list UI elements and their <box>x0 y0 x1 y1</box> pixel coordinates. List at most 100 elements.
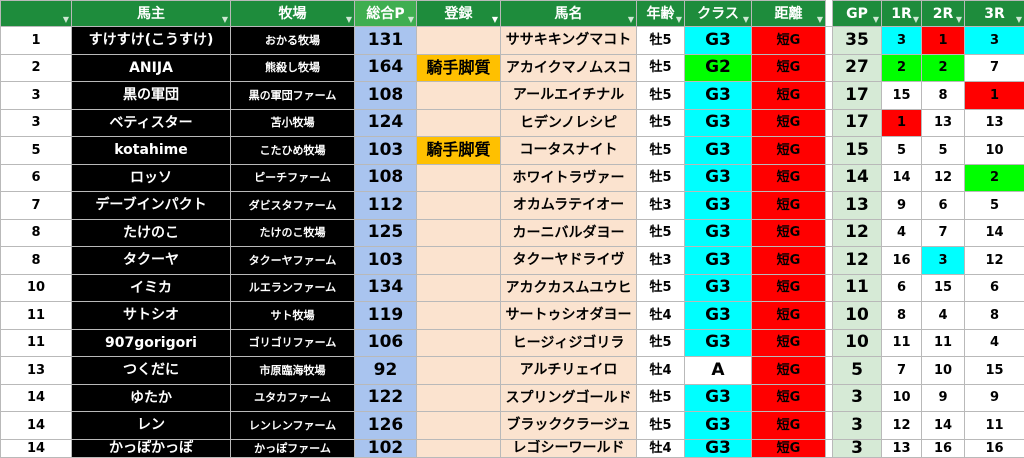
total-points-cell[interactable]: 102 <box>354 438 417 458</box>
header-distance[interactable]: 距離 ▼ <box>751 0 826 28</box>
owner-cell[interactable]: タクーヤ <box>71 246 231 275</box>
race2-cell[interactable]: 13 <box>921 108 965 138</box>
race2-cell[interactable]: 2 <box>921 53 965 83</box>
filter-dropdown-icon[interactable]: ▼ <box>956 16 962 24</box>
farm-cell[interactable]: かっぽファーム <box>230 438 355 458</box>
farm-cell[interactable]: こたひめ牧場 <box>230 136 355 165</box>
filter-dropdown-icon[interactable]: ▼ <box>743 16 749 24</box>
table-row[interactable]: 1 すけすけ(こうすけ) おかる牧場 131 ササキキングマコト 牡5 G3 短G 35 3 1 3 <box>0 26 1024 55</box>
race2-cell[interactable]: 9 <box>921 383 965 413</box>
age-cell[interactable]: 牡4 <box>636 301 685 330</box>
class-cell[interactable]: G3 <box>684 163 752 193</box>
owner-cell[interactable]: 907gorigori <box>71 328 231 358</box>
distance-cell[interactable]: 短G <box>751 191 826 220</box>
age-cell[interactable]: 牡4 <box>636 356 685 385</box>
age-cell[interactable]: 牡5 <box>636 411 685 440</box>
race1-cell[interactable]: 14 <box>881 163 922 193</box>
table-row[interactable]: 14 かっぽかっぽ かっぽファーム 102 レゴシーワールド 牡4 G3 短G 3 13 16 16 <box>0 438 1024 458</box>
race2-cell[interactable]: 14 <box>921 411 965 440</box>
total-points-cell[interactable]: 124 <box>354 108 417 138</box>
filter-dropdown-icon[interactable]: ▼ <box>913 16 919 24</box>
age-cell[interactable]: 牡5 <box>636 108 685 138</box>
race2-cell[interactable]: 8 <box>921 81 965 110</box>
owner-cell[interactable]: 黒の軍団 <box>71 81 231 110</box>
farm-cell[interactable]: 黒の軍団ファーム <box>230 81 355 110</box>
race3-cell[interactable]: 13 <box>964 108 1024 138</box>
table-row[interactable]: 2 ANIJA 熊殺し牧場 164 騎手脚質 アカイクマノムスコ 牡5 G2 短G 27 2 2 7 <box>0 53 1024 83</box>
race3-cell[interactable]: 16 <box>964 438 1024 458</box>
distance-cell[interactable]: 短G <box>751 163 826 193</box>
distance-cell[interactable]: 短G <box>751 81 826 110</box>
race1-cell[interactable]: 3 <box>881 26 922 55</box>
race2-cell[interactable]: 5 <box>921 136 965 165</box>
gp-cell[interactable]: 17 <box>832 108 882 138</box>
race1-cell[interactable]: 1 <box>881 108 922 138</box>
owner-cell[interactable]: デーブインパクト <box>71 191 231 220</box>
distance-cell[interactable]: 短G <box>751 411 826 440</box>
table-row[interactable]: 11 907gorigori ゴリゴリファーム 106 ヒージィジゴリラ 牡5 G3 短G 10… <box>0 328 1024 358</box>
registration-cell[interactable] <box>416 81 501 110</box>
rank-cell[interactable]: 11 <box>0 328 72 358</box>
owner-cell[interactable]: ANIJA <box>71 53 231 83</box>
registration-cell[interactable] <box>416 246 501 275</box>
table-row[interactable]: 6 ロッソ ピーチファーム 108 ホワイトラヴァー 牡5 G3 短G 14 14 12 2 <box>0 163 1024 193</box>
class-cell[interactable]: A <box>684 356 752 385</box>
rank-cell[interactable]: 6 <box>0 163 72 193</box>
race2-cell[interactable]: 7 <box>921 218 965 248</box>
race2-cell[interactable]: 11 <box>921 328 965 358</box>
table-row[interactable]: 8 タクーヤ タクーヤファーム 103 タクーヤドライヴ 牡3 G3 短G 12 16 3 12 <box>0 246 1024 275</box>
total-points-cell[interactable]: 131 <box>354 26 417 55</box>
registration-cell[interactable] <box>416 301 501 330</box>
rank-cell[interactable]: 13 <box>0 356 72 385</box>
header-horse[interactable]: 馬名 ▼ <box>500 0 637 28</box>
farm-cell[interactable]: ピーチファーム <box>230 163 355 193</box>
farm-cell[interactable]: サト牧場 <box>230 301 355 330</box>
total-points-cell[interactable]: 103 <box>354 246 417 275</box>
class-cell[interactable]: G3 <box>684 26 752 55</box>
filter-dropdown-icon[interactable]: ▼ <box>63 16 69 24</box>
rank-cell[interactable]: 2 <box>0 53 72 83</box>
class-cell[interactable]: G3 <box>684 438 752 458</box>
rank-cell[interactable]: 8 <box>0 218 72 248</box>
race2-cell[interactable]: 10 <box>921 356 965 385</box>
race1-cell[interactable]: 10 <box>881 383 922 413</box>
gp-cell[interactable]: 15 <box>832 136 882 165</box>
class-cell[interactable]: G3 <box>684 246 752 275</box>
farm-cell[interactable]: ユタカファーム <box>230 383 355 413</box>
class-cell[interactable]: G3 <box>684 411 752 440</box>
registration-cell[interactable] <box>416 411 501 440</box>
horse-name-cell[interactable]: カーニバルダヨー <box>500 218 637 248</box>
registration-cell[interactable] <box>416 273 501 303</box>
horse-name-cell[interactable]: ブラッククラージュ <box>500 411 637 440</box>
race2-cell[interactable]: 1 <box>921 26 965 55</box>
distance-cell[interactable]: 短G <box>751 438 826 458</box>
total-points-cell[interactable]: 119 <box>354 301 417 330</box>
owner-cell[interactable]: イミカ <box>71 273 231 303</box>
registration-cell[interactable]: 騎手脚質 <box>416 53 501 83</box>
race3-cell[interactable]: 10 <box>964 136 1024 165</box>
owner-cell[interactable]: かっぽかっぽ <box>71 438 231 458</box>
owner-cell[interactable]: ゆたか <box>71 383 231 413</box>
gp-cell[interactable]: 35 <box>832 26 882 55</box>
race3-cell[interactable]: 8 <box>964 301 1024 330</box>
gp-cell[interactable]: 12 <box>832 246 882 275</box>
race1-cell[interactable]: 11 <box>881 328 922 358</box>
race3-cell[interactable]: 1 <box>964 81 1024 110</box>
gp-cell[interactable]: 17 <box>832 81 882 110</box>
age-cell[interactable]: 牡5 <box>636 26 685 55</box>
class-cell[interactable]: G3 <box>684 301 752 330</box>
rank-cell[interactable]: 11 <box>0 301 72 330</box>
distance-cell[interactable]: 短G <box>751 136 826 165</box>
class-cell[interactable]: G3 <box>684 136 752 165</box>
horse-name-cell[interactable]: レゴシーワールド <box>500 438 637 458</box>
owner-cell[interactable]: サトシオ <box>71 301 231 330</box>
horse-name-cell[interactable]: サートゥシオダヨー <box>500 301 637 330</box>
header-owner[interactable]: 馬主 ▼ <box>71 0 231 28</box>
table-row[interactable]: 14 ゆたか ユタカファーム 122 スプリングゴールド 牡5 G3 短G 3 10 9 9 <box>0 383 1024 413</box>
farm-cell[interactable]: おかる牧場 <box>230 26 355 55</box>
rank-cell[interactable]: 3 <box>0 108 72 138</box>
class-cell[interactable]: G3 <box>684 383 752 413</box>
filter-dropdown-icon[interactable]: ▼ <box>817 16 823 24</box>
gp-cell[interactable]: 5 <box>832 356 882 385</box>
race2-cell[interactable]: 15 <box>921 273 965 303</box>
